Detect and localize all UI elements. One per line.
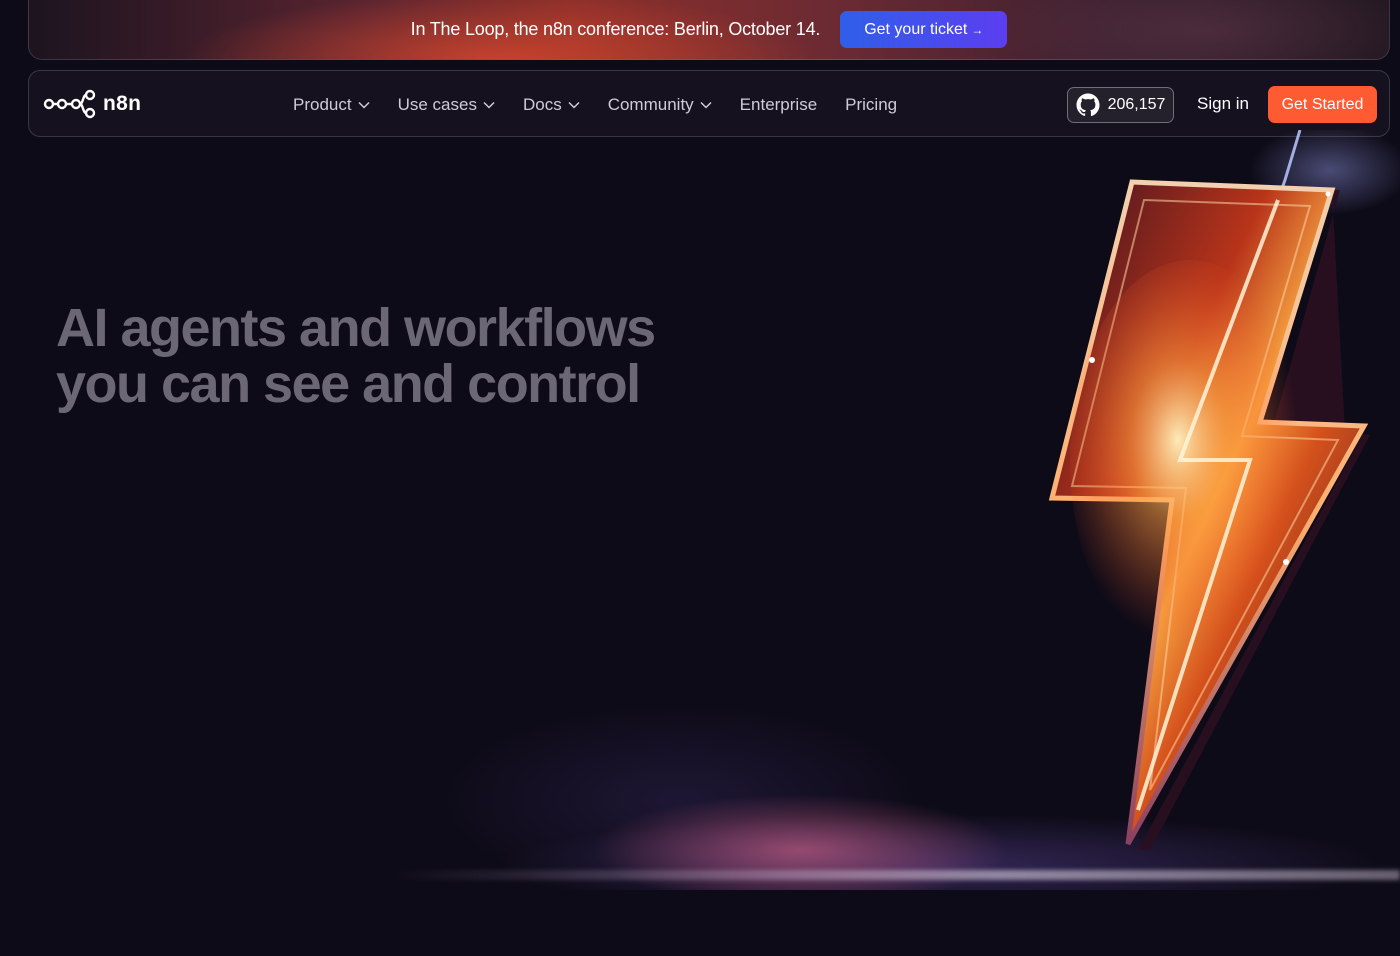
nav-item-docs[interactable]: Docs — [523, 95, 580, 115]
logo[interactable]: n8n — [43, 89, 141, 119]
nav-item-use-cases[interactable]: Use cases — [398, 95, 495, 115]
hero-title: AI agents and workflows you can see and … — [56, 300, 776, 412]
nav-item-label: Enterprise — [739, 94, 818, 114]
nav-item-label: Product — [293, 94, 352, 114]
announcement-banner: In The Loop, the n8n conference: Berlin,… — [28, 0, 1390, 60]
nav-item-community[interactable]: Community — [608, 95, 712, 115]
chevron-down-icon — [358, 101, 370, 109]
get-ticket-label: Get your ticket — [864, 20, 968, 38]
main-nav: n8n Product Use cases Docs Community Ent… — [28, 70, 1390, 137]
arrow-right-icon: → — [971, 22, 984, 37]
nav-links: Product Use cases Docs Community Enterpr… — [293, 71, 925, 138]
chevron-down-icon — [700, 101, 712, 109]
chevron-down-icon — [568, 101, 580, 109]
nav-item-label: Use cases — [397, 94, 477, 114]
nav-item-product[interactable]: Product — [293, 95, 370, 115]
lightning-bolt-illustration — [1010, 125, 1400, 870]
nav-item-label: Docs — [522, 94, 562, 114]
logo-text: n8n — [103, 92, 142, 115]
github-icon — [1076, 93, 1100, 117]
floor-horizon-line — [390, 870, 1400, 880]
get-ticket-button[interactable]: Get your ticket → — [840, 11, 1008, 48]
hero-title-line-2: you can see and control — [56, 354, 641, 414]
github-stars-count: 206,157 — [1107, 96, 1166, 113]
nav-item-enterprise[interactable]: Enterprise — [740, 95, 817, 115]
get-started-button[interactable]: Get Started — [1268, 86, 1377, 123]
hero-title-line-1: AI agents and workflows — [56, 298, 656, 358]
chevron-down-icon — [483, 101, 495, 109]
nav-item-label: Pricing — [845, 94, 898, 114]
sign-in-link[interactable]: Sign in — [1197, 94, 1249, 114]
n8n-logo-icon — [43, 89, 96, 119]
nav-item-label: Community — [607, 94, 694, 114]
banner-text: In The Loop, the n8n conference: Berlin,… — [410, 19, 821, 39]
github-stars-button[interactable]: 206,157 — [1067, 87, 1174, 123]
nav-item-pricing[interactable]: Pricing — [845, 95, 897, 115]
